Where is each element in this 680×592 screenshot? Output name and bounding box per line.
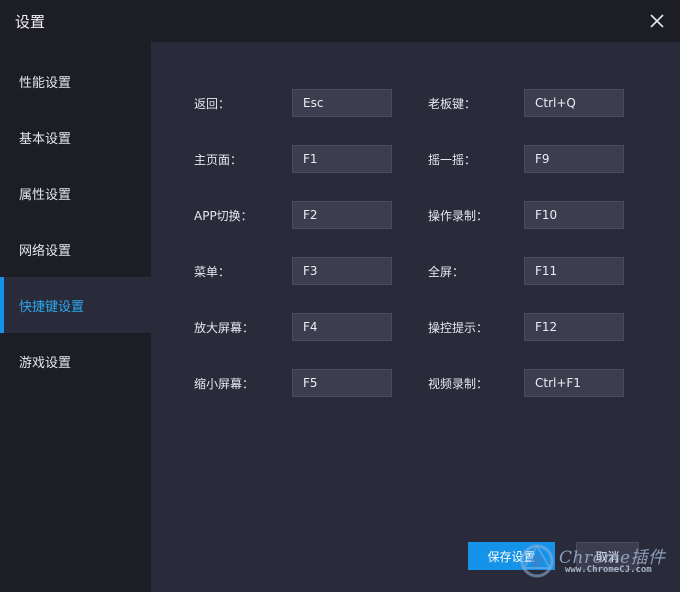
shortcut-input-back[interactable]: Esc — [292, 89, 392, 117]
shortcut-label-zoom-out: 缩小屏幕： — [194, 377, 255, 391]
shortcut-input-video-record[interactable]: Ctrl+F1 — [524, 369, 624, 397]
sidebar-item-basic[interactable]: 基本设置 — [0, 109, 151, 165]
close-icon — [650, 14, 664, 28]
sidebar-item-shortcuts[interactable]: 快捷键设置 — [0, 277, 151, 333]
shortcut-label-fullscreen: 全屏： — [428, 265, 465, 279]
sidebar-item-label: 游戏设置 — [19, 355, 72, 371]
title-bar: 设置 — [0, 0, 680, 42]
shortcut-label-boss-key: 老板键： — [428, 97, 477, 111]
shortcut-input-menu[interactable]: F3 — [292, 257, 392, 285]
save-settings-button[interactable]: 保存设置 — [468, 542, 555, 570]
shortcut-input-app-switch[interactable]: F2 — [292, 201, 392, 229]
shortcut-row: 返回： Esc 老板键： Ctrl+Q — [151, 89, 680, 117]
shortcut-input-home[interactable]: F1 — [292, 145, 392, 173]
settings-window: 设置 性能设置 基本设置 属性设置 网络设置 快捷键设置 游戏设置 返回： Es… — [0, 0, 680, 592]
shortcut-row: 主页面： F1 摇一摇： F9 — [151, 145, 680, 173]
window-title: 设置 — [15, 13, 46, 31]
sidebar-item-label: 基本设置 — [19, 131, 72, 147]
shortcut-row: APP切换： F2 操作录制： F10 — [151, 201, 680, 229]
shortcut-label-shake: 摇一摇： — [428, 153, 477, 167]
shortcut-input-zoom-out[interactable]: F5 — [292, 369, 392, 397]
sidebar-item-network[interactable]: 网络设置 — [0, 221, 151, 277]
shortcut-input-shake[interactable]: F9 — [524, 145, 624, 173]
sidebar-item-properties[interactable]: 属性设置 — [0, 165, 151, 221]
shortcut-label-app-switch: APP切换： — [194, 209, 253, 223]
shortcut-row: 缩小屏幕： F5 视频录制： Ctrl+F1 — [151, 369, 680, 397]
shortcut-label-back: 返回： — [194, 97, 231, 111]
shortcut-label-record-ops: 操作录制： — [428, 209, 489, 223]
close-button[interactable] — [642, 6, 672, 36]
cancel-button[interactable]: 取消 — [576, 542, 639, 570]
shortcut-row: 菜单： F3 全屏： F11 — [151, 257, 680, 285]
sidebar-item-performance[interactable]: 性能设置 — [0, 53, 151, 109]
shortcut-label-control-hints: 操控提示： — [428, 321, 489, 335]
shortcut-settings-panel: 返回： Esc 老板键： Ctrl+Q 主页面： F1 摇一摇： F9 APP切… — [151, 42, 680, 592]
shortcut-input-boss-key[interactable]: Ctrl+Q — [524, 89, 624, 117]
settings-sidebar: 性能设置 基本设置 属性设置 网络设置 快捷键设置 游戏设置 — [0, 42, 151, 592]
active-indicator — [0, 277, 4, 333]
shortcut-label-zoom-in: 放大屏幕： — [194, 321, 255, 335]
shortcut-label-video-record: 视频录制： — [428, 377, 489, 391]
sidebar-item-label: 网络设置 — [19, 243, 72, 259]
sidebar-item-label: 属性设置 — [19, 187, 72, 203]
shortcut-input-record-ops[interactable]: F10 — [524, 201, 624, 229]
shortcut-row: 放大屏幕： F4 操控提示： F12 — [151, 313, 680, 341]
sidebar-item-label: 快捷键设置 — [19, 299, 85, 315]
sidebar-item-label: 性能设置 — [19, 75, 72, 91]
shortcut-input-control-hints[interactable]: F12 — [524, 313, 624, 341]
sidebar-item-game[interactable]: 游戏设置 — [0, 333, 151, 389]
shortcut-input-zoom-in[interactable]: F4 — [292, 313, 392, 341]
shortcut-label-home: 主页面： — [194, 153, 243, 167]
shortcut-label-menu: 菜单： — [194, 265, 231, 279]
shortcut-input-fullscreen[interactable]: F11 — [524, 257, 624, 285]
